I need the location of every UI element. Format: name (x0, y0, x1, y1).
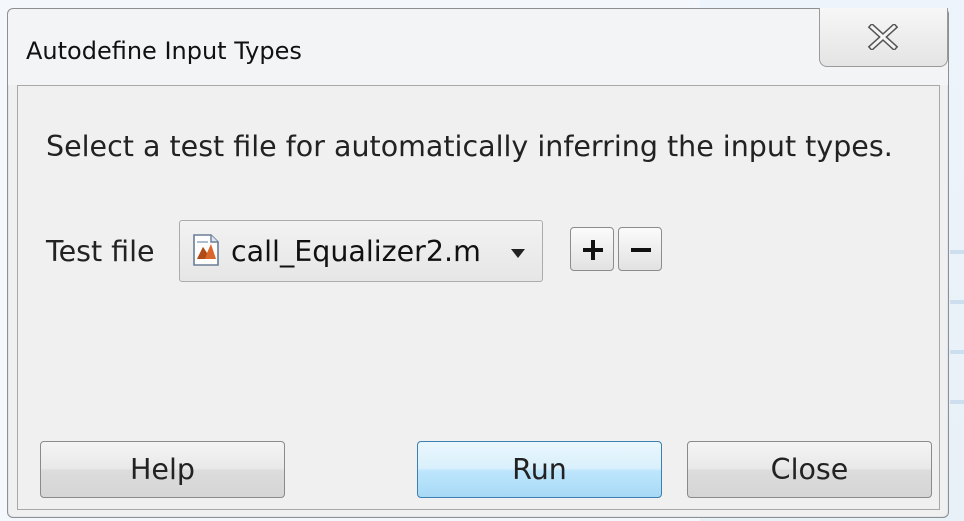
remove-test-file-button[interactable] (618, 227, 662, 271)
dialog-content: Select a test file for automatically inf… (17, 85, 940, 510)
selected-test-file: call_Equalizer2.m (231, 235, 481, 268)
minus-icon (631, 248, 651, 252)
background-stripe (950, 300, 964, 304)
close-button[interactable]: Close (687, 441, 932, 498)
autodefine-dialog: Autodefine Input Types Select a test fil… (7, 8, 949, 518)
test-file-label: Test file (46, 235, 155, 268)
title-bar: Autodefine Input Types (8, 8, 948, 85)
help-button[interactable]: Help (40, 441, 285, 498)
window-close-button[interactable] (819, 8, 948, 67)
close-icon (867, 24, 899, 50)
plus-icon (583, 240, 603, 260)
background-stripe (950, 350, 964, 354)
background-stripe (950, 400, 964, 404)
add-test-file-button[interactable] (570, 227, 614, 271)
matlab-file-icon (191, 233, 221, 271)
test-file-dropdown[interactable]: call_Equalizer2.m (179, 220, 543, 282)
instruction-text: Select a test file for automatically inf… (46, 130, 893, 163)
background-stripe (950, 250, 964, 254)
run-button[interactable]: Run (417, 441, 662, 498)
chevron-down-icon (510, 245, 526, 264)
dialog-title: Autodefine Input Types (26, 37, 302, 65)
